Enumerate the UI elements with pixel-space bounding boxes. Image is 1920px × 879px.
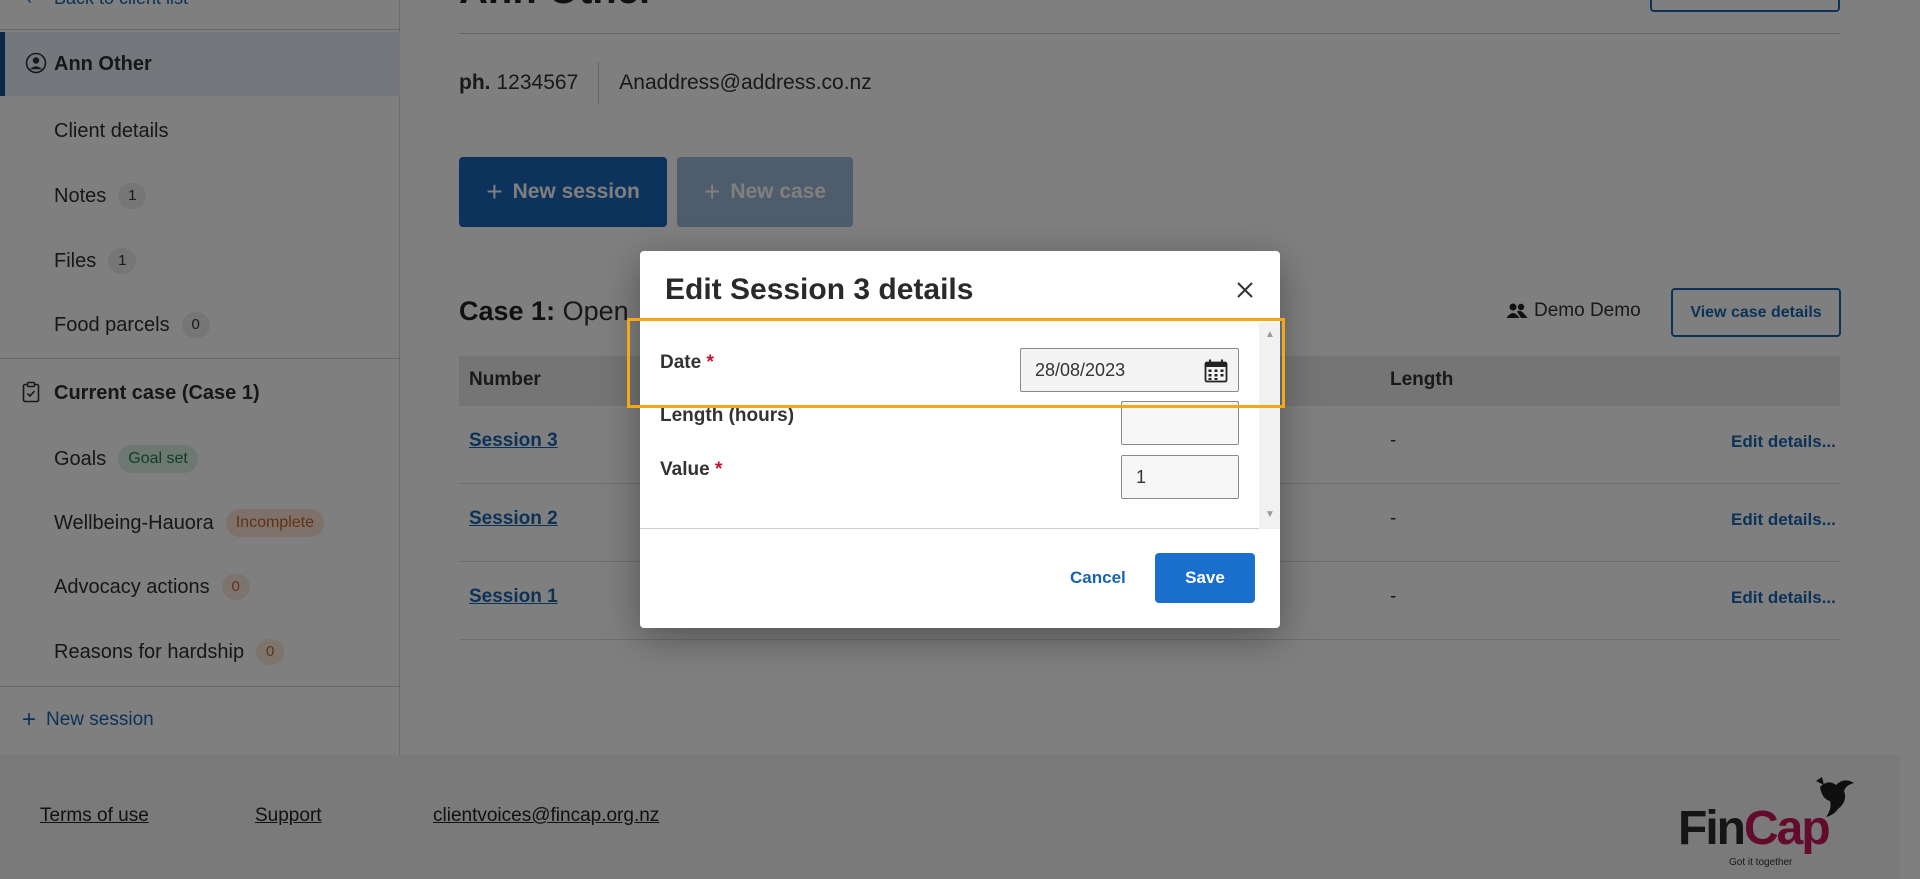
required-mark: *: [714, 459, 723, 480]
save-button[interactable]: Save: [1155, 553, 1255, 603]
length-label: Length (hours): [660, 405, 795, 426]
scroll-down-icon[interactable]: ▼: [1265, 509, 1275, 520]
value-label: Value *: [660, 459, 722, 481]
value-label-text: Value: [660, 459, 710, 480]
close-icon[interactable]: [1230, 275, 1260, 305]
date-field-focus-highlight: [627, 318, 1285, 408]
value-input[interactable]: 1: [1121, 455, 1239, 499]
cancel-button[interactable]: Cancel: [1070, 568, 1126, 588]
dialog-title: Edit Session 3 details: [665, 273, 974, 306]
